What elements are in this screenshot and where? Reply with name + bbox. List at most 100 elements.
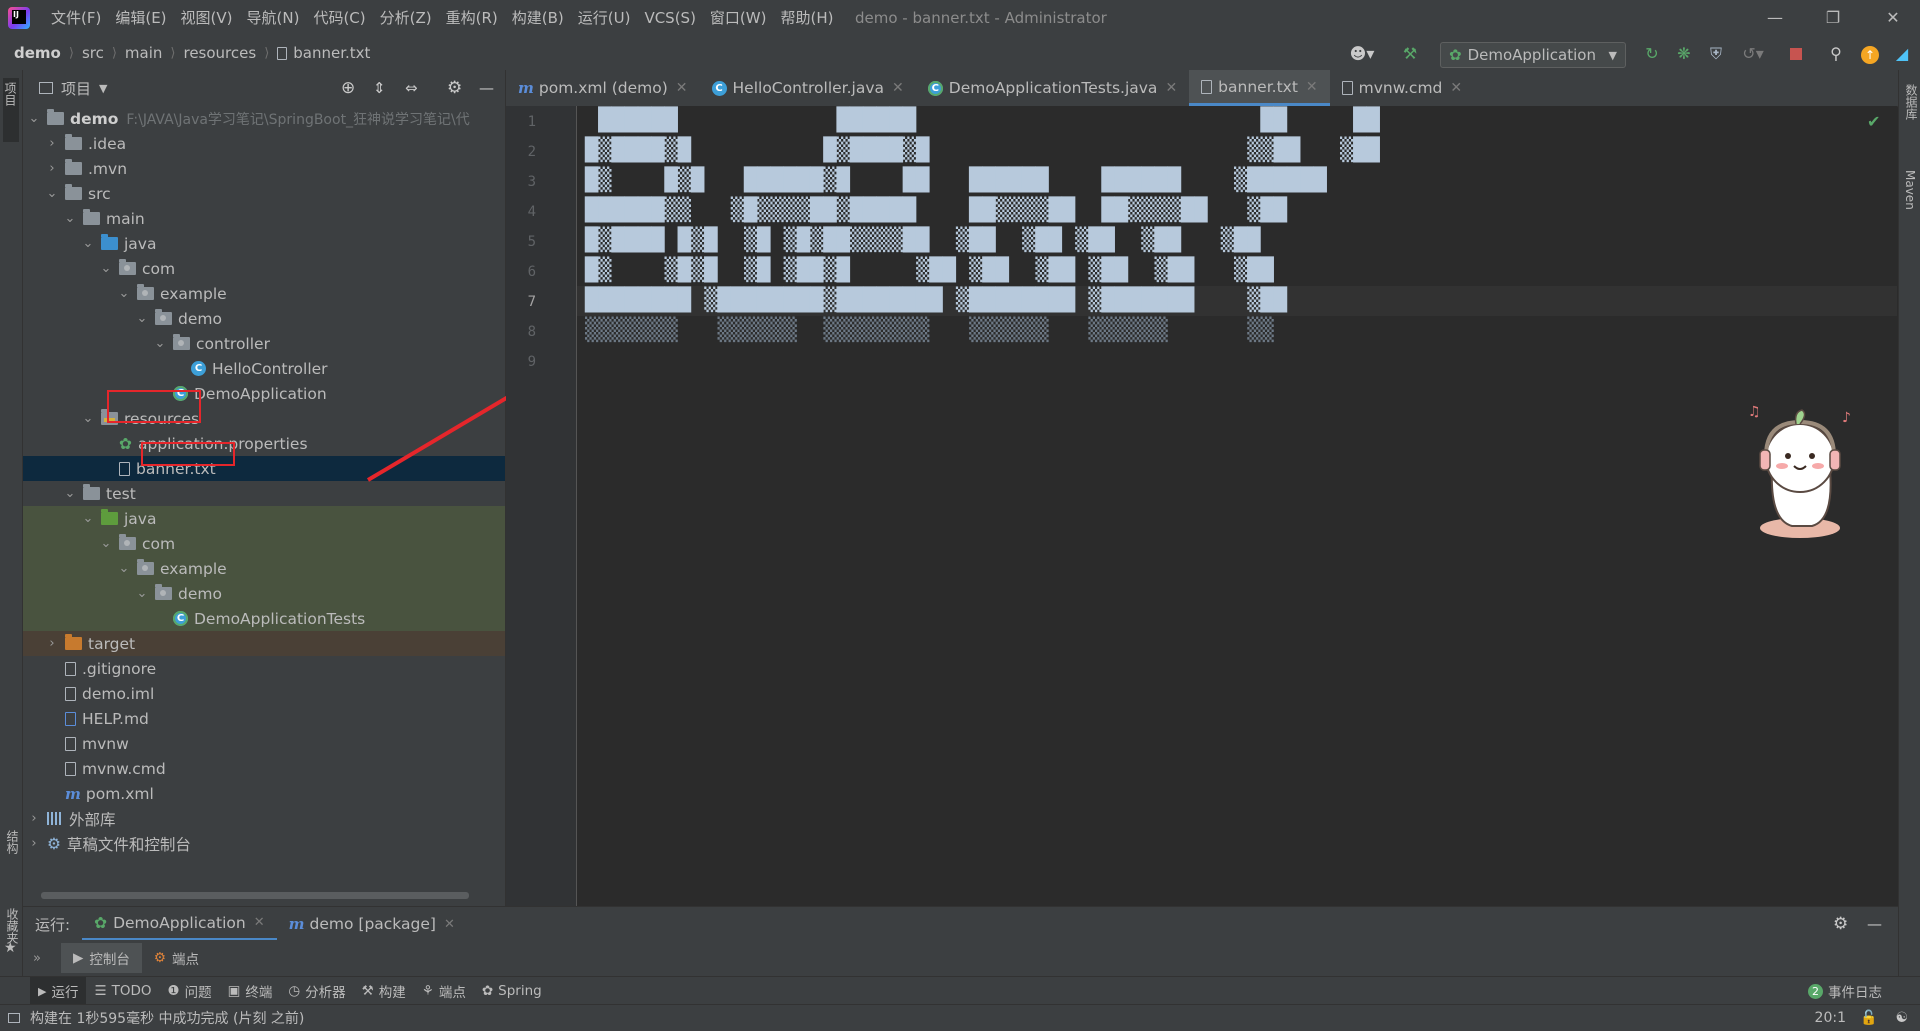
toolbox-icon[interactable]: ◢ [1892, 44, 1912, 64]
restore-button[interactable]: ❐ [1808, 0, 1858, 36]
tree-item-help-md[interactable]: HELP.md [23, 706, 505, 731]
tree-item-target[interactable]: › target [23, 631, 505, 656]
tree-item-example-test[interactable]: ⌄ example [23, 556, 505, 581]
gear-icon[interactable]: ⚙ [1833, 914, 1848, 934]
tool-run[interactable]: ▶ 运行 [30, 977, 87, 1005]
tree-item-com-test[interactable]: ⌄ com [23, 531, 505, 556]
event-log-button[interactable]: 2 事件日志 [1800, 977, 1890, 1005]
run-tab-demoapplication[interactable]: ✿ DemoApplication ✕ [82, 907, 277, 941]
hide-panel-icon[interactable]: — [479, 79, 494, 97]
menu-window[interactable]: 窗口(W) [703, 0, 774, 36]
tree-item-demo-pkg[interactable]: ⌄ demo [23, 306, 505, 331]
view-mode-dropdown-icon[interactable]: ▼ [99, 82, 107, 95]
structure-tool-tab[interactable]: 结构 [4, 830, 21, 854]
project-panel-title[interactable]: 项目 [61, 78, 91, 99]
hide-panel-icon[interactable]: — [1867, 915, 1882, 933]
tree-item-gitignore[interactable]: .gitignore [23, 656, 505, 681]
chevron-right-icon[interactable]: › [27, 836, 41, 851]
breadcrumb-item-banner[interactable]: banner.txt [293, 44, 370, 62]
locate-file-icon[interactable]: ⊕ [341, 78, 355, 98]
menu-help[interactable]: 帮助(H) [773, 0, 840, 36]
menu-view[interactable]: 视图(V) [174, 0, 240, 36]
coverage-icon[interactable]: ⛨ [1706, 44, 1726, 64]
cursor-position[interactable]: 20:1 [1815, 1010, 1846, 1026]
debug-icon[interactable]: ❋ [1674, 44, 1694, 64]
tool-problems[interactable]: ❶ 问题 [159, 977, 219, 1005]
tree-item-demo-root[interactable]: ⌄ demo F:\JAVA\Java学习笔记\SpringBoot_狂神说学习… [23, 106, 505, 131]
tool-endpoints[interactable]: ⚘ 端点 [414, 977, 474, 1005]
chevron-right-icon[interactable]: › [27, 811, 41, 826]
tree-item-mvnw[interactable]: mvnw [23, 731, 505, 756]
chevron-right-icon[interactable]: › [45, 636, 59, 651]
tab-hellocontroller[interactable]: C HelloController.java ✕ [700, 70, 916, 106]
menu-edit[interactable]: 编辑(E) [108, 0, 173, 36]
menu-navigate[interactable]: 导航(N) [240, 0, 307, 36]
build-hammer-icon[interactable]: ⚒ [1400, 44, 1420, 64]
chevron-down-icon[interactable]: ⌄ [99, 261, 113, 276]
tree-item-scratches[interactable]: › ⚙ 草稿文件和控制台 [23, 831, 505, 856]
run-configuration-select[interactable]: ✿ DemoApplication ▼ [1440, 42, 1626, 68]
close-icon[interactable]: ✕ [254, 915, 265, 930]
subtab-endpoints[interactable]: ⚙ 端点 [142, 943, 211, 973]
tool-spring[interactable]: ✿ Spring [474, 977, 550, 1005]
run-tab-demo-package[interactable]: m demo [package] ✕ [277, 907, 467, 941]
chevron-down-icon[interactable]: ⌄ [135, 311, 149, 326]
menu-vcs[interactable]: VCS(S) [637, 0, 702, 36]
tree-item-demo-iml[interactable]: demo.iml [23, 681, 505, 706]
tree-item-src[interactable]: ⌄ src [23, 181, 505, 206]
lock-icon[interactable]: 🔓 [1860, 1010, 1877, 1026]
inspection-ok-icon[interactable]: ✔ [1867, 112, 1880, 131]
expand-icon[interactable]: » [33, 951, 41, 966]
stop-icon[interactable] [1786, 44, 1806, 64]
menu-file[interactable]: 文件(F) [44, 0, 108, 36]
chevron-right-icon[interactable]: › [45, 161, 59, 176]
project-tool-tab[interactable]: 项目 [3, 78, 19, 142]
menu-analyze[interactable]: 分析(Z) [373, 0, 439, 36]
close-icon[interactable]: ✕ [444, 917, 455, 932]
close-window-button[interactable]: ✕ [1868, 0, 1918, 36]
subtab-console[interactable]: ▶ 控制台 [60, 943, 142, 973]
breadcrumb-item-main[interactable]: main [125, 44, 162, 62]
chevron-down-icon[interactable]: ⌄ [99, 536, 113, 551]
tab-demoapplicationtests[interactable]: C DemoApplicationTests.java ✕ [916, 70, 1189, 106]
tree-item-java-test[interactable]: ⌄ java [23, 506, 505, 531]
tree-item-main[interactable]: ⌄ main [23, 206, 505, 231]
notification-icon[interactable]: ☯ [1895, 1010, 1908, 1026]
breadcrumb-item-resources[interactable]: resources [183, 44, 256, 62]
tree-item-pom-xml[interactable]: m pom.xml [23, 781, 505, 806]
search-icon[interactable]: ⚲ [1826, 44, 1846, 64]
collapse-all-icon[interactable]: ⇔ [405, 79, 418, 97]
breadcrumb-item-src[interactable]: src [82, 44, 104, 62]
tree-item-external-libraries[interactable]: › 外部库 [23, 806, 505, 831]
tab-mvnw-cmd[interactable]: mvnw.cmd ✕ [1330, 70, 1474, 106]
tool-terminal[interactable]: ▣ 终端 [220, 977, 281, 1005]
tree-item-example[interactable]: ⌄ example [23, 281, 505, 306]
chevron-down-icon[interactable]: ⌄ [117, 286, 131, 301]
expand-all-icon[interactable]: ⇕ [373, 79, 386, 97]
tree-item-mvnw-cmd[interactable]: mvnw.cmd [23, 756, 505, 781]
database-tool-tab[interactable]: 数据库 [1903, 84, 1920, 120]
horizontal-scrollbar[interactable] [41, 892, 469, 899]
chevron-right-icon[interactable]: › [45, 136, 59, 151]
close-icon[interactable]: ✕ [1165, 80, 1177, 96]
chevron-down-icon[interactable]: ⌄ [63, 486, 77, 501]
close-icon[interactable]: ✕ [892, 80, 904, 96]
chevron-down-icon[interactable]: ⌄ [45, 186, 59, 201]
toggle-tool-windows-icon[interactable] [8, 1013, 20, 1023]
chevron-down-icon[interactable]: ⌄ [81, 236, 95, 251]
chevron-down-icon[interactable]: ⌄ [81, 511, 95, 526]
menu-build[interactable]: 构建(B) [505, 0, 571, 36]
gear-icon[interactable]: ⚙ [447, 78, 462, 98]
status-message[interactable]: 构建在 1秒595毫秒 中成功完成 (片刻 之前) [30, 1008, 304, 1028]
chevron-down-icon[interactable]: ⌄ [27, 111, 41, 126]
rerun-icon[interactable]: ↻ [1642, 44, 1662, 64]
chevron-down-icon[interactable]: ⌄ [117, 561, 131, 576]
profile-dropdown-icon[interactable]: ↺▾ [1736, 44, 1770, 64]
tree-item-com[interactable]: ⌄ com [23, 256, 505, 281]
minimize-button[interactable]: — [1750, 0, 1800, 36]
tool-profiler[interactable]: ◷ 分析器 [280, 977, 353, 1005]
close-icon[interactable]: ✕ [676, 80, 688, 96]
menu-run[interactable]: 运行(U) [571, 0, 638, 36]
breadcrumb-item-demo[interactable]: demo [14, 44, 61, 62]
tree-item-demo-test[interactable]: ⌄ demo [23, 581, 505, 606]
